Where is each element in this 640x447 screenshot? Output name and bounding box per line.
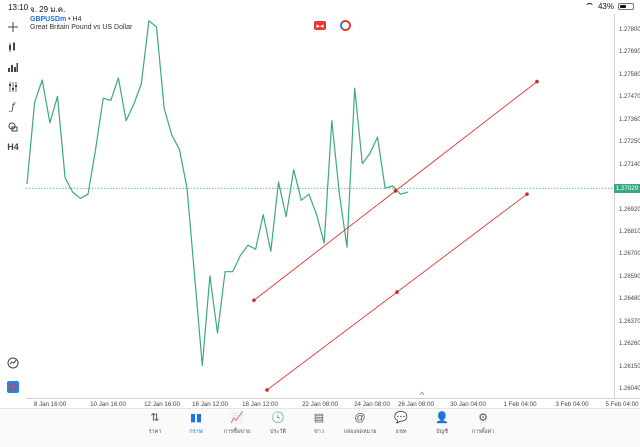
time-tick-label: 12 Jan 16:00 (144, 401, 180, 408)
current-price-tag: 1.27029 (614, 183, 640, 193)
time-axis[interactable]: 8 Jan 16:00 10 Jan 16:00 12 Jan 16:00 16 Ja… (26, 398, 640, 408)
price-tick-label: 1.26920 (619, 206, 640, 213)
price-tick-label: 1.27580 (619, 71, 640, 78)
price-tick-label: 1.26040 (619, 386, 640, 392)
price-tick-label: 1.26150 (619, 363, 640, 370)
nav-item-account[interactable]: 👤 บัญชี (422, 411, 462, 436)
nav-item-chat[interactable]: 💬 แชท (381, 411, 421, 436)
nav-label: บัญชี (436, 429, 448, 435)
shapes-icon[interactable] (4, 118, 22, 136)
nav-label: ประวัติ (269, 429, 287, 435)
price-tick-label: 1.26480 (619, 296, 640, 303)
price-tick-label: 1.27360 (619, 116, 640, 123)
nav-label: การตั้งค่า (471, 429, 495, 435)
battery-icon (618, 3, 634, 10)
volume-icon[interactable] (4, 58, 22, 76)
price-tick-label: 1.27140 (619, 161, 640, 168)
nav-label: กราฟ (189, 429, 203, 435)
nav-item-trade[interactable]: 📈 การซื้อขาย (217, 411, 257, 436)
crosshair-icon[interactable] (4, 18, 22, 36)
nav-item-history[interactable]: 🕓 ประวัติ (258, 411, 298, 436)
chart-shift-marker-icon[interactable] (419, 391, 425, 396)
time-tick-label: 10 Jan 16:00 (90, 401, 126, 408)
time-tick-label: 8 Jan 16:00 (33, 401, 67, 408)
time-tick-label: 26 Jan 08:00 (398, 401, 434, 408)
quotes-icon: ⇅ (150, 412, 160, 424)
price-tick-label: 1.26260 (619, 341, 640, 348)
price-tick-label: 1.26370 (619, 318, 640, 325)
nav-item-settings[interactable]: ⚙ การตั้งค่า (463, 411, 503, 436)
price-tick-label: 1.26700 (619, 251, 640, 258)
channel-anchor-point[interactable] (252, 298, 256, 303)
settings-icon: ⚙ (478, 412, 488, 424)
trade-shortcut-icon[interactable] (4, 378, 22, 396)
channel-anchor-point[interactable] (395, 290, 399, 294)
price-tick-label: 1.26810 (619, 228, 640, 235)
price-chart[interactable] (26, 14, 614, 398)
status-time: 13:10 (8, 3, 29, 12)
wifi-icon (584, 3, 594, 10)
nav-label: การซื้อขาย (223, 429, 251, 435)
time-tick-label: 24 Jan 08:00 (354, 401, 390, 408)
trade-icon: 📈 (230, 412, 244, 424)
channel-anchor-point[interactable] (265, 388, 269, 392)
nav-item-mailbox[interactable]: @ กล่องจดหมาย (340, 411, 380, 436)
timeframe-button[interactable]: H4 (4, 138, 22, 156)
function-icon[interactable]: ƒ (4, 98, 22, 116)
history-icon: 🕓 (271, 412, 285, 424)
nav-item-chart[interactable]: ▮▮ กราฟ (176, 411, 216, 436)
bottom-navigation: ⇅ ราคา ▮▮ กราฟ 📈 การซื้อขาย 🕓 ประวัติ ▤ ข่าว @ กล่อ… (0, 408, 640, 447)
chart-toolbar: ƒ H4 (0, 14, 26, 399)
price-axis[interactable]: 1.27800 1.27690 1.27580 1.27470 1.27360 1.272… (614, 14, 640, 399)
indicators-icon[interactable] (4, 78, 22, 96)
price-series-line (26, 20, 409, 367)
news-icon: ▤ (313, 412, 325, 424)
mailbox-icon: @ (354, 412, 366, 424)
nav-label: แชท (395, 429, 407, 435)
time-tick-label: 30 Jan 04:00 (450, 401, 486, 408)
time-tick-label: 18 Jan 12:00 (242, 401, 278, 408)
nav-label: ราคา (148, 429, 162, 435)
chart-type-icon[interactable] (4, 38, 22, 56)
price-tick-label: 1.27690 (619, 49, 640, 56)
account-icon: 👤 (435, 412, 449, 424)
price-tick-label: 1.27250 (619, 139, 640, 146)
time-tick-label: 3 Feb 04:00 (555, 401, 589, 408)
time-tick-label: 1 Feb 04:00 (503, 401, 537, 408)
price-tick-label: 1.26590 (619, 273, 640, 280)
battery-percent: 43% (597, 2, 614, 11)
time-tick-label: 5 Feb 04:00 (605, 401, 639, 408)
battery-fill (620, 5, 626, 8)
price-tick-label: 1.27800 (619, 27, 640, 33)
nav-label: ข่าว (314, 429, 324, 435)
channel-anchor-point[interactable] (393, 189, 398, 193)
status-bar: 13:10 จ. 29 ม.ค. 43% (0, 0, 640, 14)
chart-icon: ▮▮ (189, 412, 203, 424)
price-tick-label: 1.27470 (619, 94, 640, 101)
nav-item-news[interactable]: ▤ ข่าว (299, 411, 339, 436)
nav-label: กล่องจดหมาย (343, 429, 377, 435)
time-tick-label: 22 Jan 08:00 (302, 401, 338, 408)
one-click-trading-icon[interactable] (4, 354, 22, 372)
nav-item-quotes[interactable]: ⇅ ราคา (135, 411, 175, 436)
channel-anchor-point[interactable] (525, 192, 529, 196)
channel-anchor-point[interactable] (535, 79, 539, 84)
chat-icon: 💬 (394, 412, 408, 424)
time-tick-label: 16 Jan 12:00 (192, 401, 228, 408)
status-right: 43% (584, 2, 634, 11)
